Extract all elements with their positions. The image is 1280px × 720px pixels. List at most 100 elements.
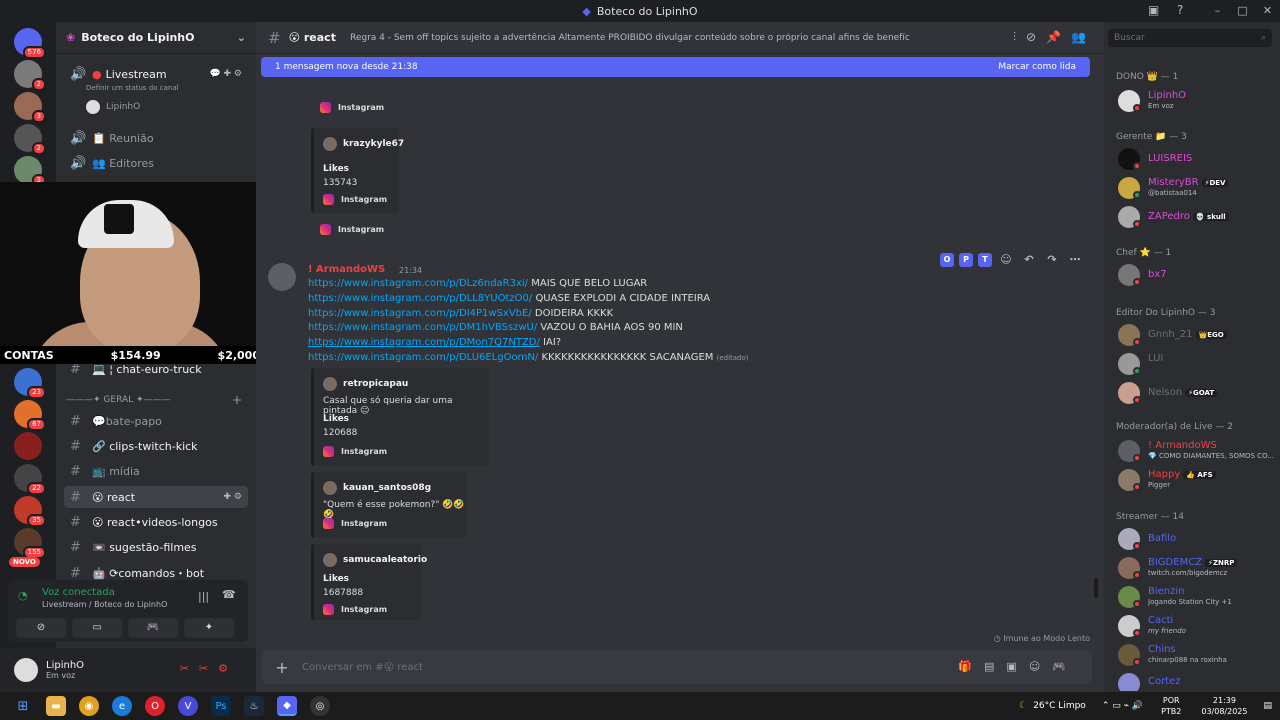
member-item[interactable]: Cortez bbox=[1116, 671, 1276, 691]
instagram-link[interactable]: https://www.instagram.com/p/DMon7Q7NTZD/ bbox=[308, 337, 540, 348]
embed-author[interactable]: krazykyle67 bbox=[323, 137, 404, 151]
member-group-header[interactable]: Editor Do LipinhO — 3 bbox=[1116, 308, 1215, 318]
channel-sugestao[interactable]: # 📼 sugestão-filmes bbox=[64, 536, 248, 558]
photoshop-icon[interactable]: Ps bbox=[211, 696, 231, 716]
server-icon[interactable]: 155 bbox=[14, 528, 46, 559]
camera-off-button[interactable]: ⊘ bbox=[16, 618, 66, 638]
signal-icon[interactable]: ◔ bbox=[18, 589, 28, 602]
mark-read-button[interactable]: Marcar como lida bbox=[998, 62, 1076, 72]
channel-controls[interactable]: 💬 ✚ ⚙ bbox=[209, 69, 242, 79]
server-icon[interactable]: 35 bbox=[14, 496, 46, 527]
start-icon[interactable]: ⊞ bbox=[13, 696, 33, 716]
member-group-header[interactable]: Gerente 📁 — 3 bbox=[1116, 132, 1187, 142]
channel-clips[interactable]: # 🔗 clips-twitch-kick bbox=[64, 435, 248, 457]
edge-icon[interactable]: e bbox=[112, 696, 132, 716]
voice-channel-editores[interactable]: 🔊 👥 Editores bbox=[64, 152, 248, 174]
minimize-button[interactable]: – bbox=[1205, 0, 1230, 22]
member-item[interactable]: LipinhO Em voz bbox=[1116, 88, 1276, 114]
instagram-link[interactable]: https://www.instagram.com/p/DM1hVBSszwU/ bbox=[308, 322, 537, 333]
member-item[interactable]: Chins chinarp088 na roxinha bbox=[1116, 642, 1276, 668]
voice-title[interactable]: Voz conectada bbox=[42, 587, 115, 598]
member-group-header[interactable]: DONO 👑 — 1 bbox=[1116, 72, 1178, 82]
channel-topic[interactable]: Regra 4 - Sem off topics sujeito a adver… bbox=[350, 33, 910, 43]
channel-status[interactable]: Definir um status do canal bbox=[86, 84, 179, 92]
notification-icon[interactable]: ▤ bbox=[1263, 701, 1272, 711]
channel-react[interactable]: # 😮 react ✚ ⚙ bbox=[64, 486, 248, 508]
instagram-embed[interactable]: samucaaleatorio Likes 1687888 Instagram bbox=[311, 544, 427, 620]
member-item[interactable]: Gnnh_21 👑EGO bbox=[1116, 322, 1276, 348]
opera-icon[interactable]: O bbox=[145, 696, 165, 716]
server-icon[interactable]: 23 bbox=[14, 368, 46, 399]
server-icon[interactable]: 22 bbox=[14, 464, 46, 495]
new-messages-bar[interactable]: 1 mensagem nova desde 21:38 Marcar como … bbox=[261, 57, 1090, 77]
disconnect-icon[interactable]: ☎ bbox=[222, 588, 236, 601]
vpn-icon[interactable]: V bbox=[178, 696, 198, 716]
avatar[interactable] bbox=[14, 658, 38, 682]
guild-header[interactable]: ❀ Boteco do LipinhO ⌄ bbox=[56, 22, 256, 54]
add-channel-icon[interactable]: + bbox=[232, 393, 242, 407]
instagram-embed[interactable]: kauan_santos08g "Quem é esse pokemon?" 🤣… bbox=[311, 472, 467, 538]
file-explorer-icon[interactable]: ▬ bbox=[46, 696, 66, 716]
member-item[interactable]: LUISREIS bbox=[1116, 146, 1276, 172]
server-icon[interactable]: 2 bbox=[14, 124, 46, 155]
chrome-icon[interactable]: ◉ bbox=[79, 696, 99, 716]
close-button[interactable]: ✕ bbox=[1255, 0, 1280, 22]
activity-button[interactable]: 🎮 bbox=[128, 618, 178, 638]
steam-icon[interactable]: ♨ bbox=[244, 696, 264, 716]
server-icon[interactable]: 67 bbox=[14, 400, 46, 431]
weather-text[interactable]: 26°C Limpo bbox=[1033, 701, 1086, 711]
scrollbar[interactable] bbox=[1094, 578, 1098, 598]
member-item[interactable]: Bafilo bbox=[1116, 526, 1276, 552]
member-item[interactable]: Nelson ⚡GOAT bbox=[1116, 380, 1276, 406]
inbox-icon[interactable]: ▣ bbox=[1148, 3, 1159, 17]
instagram-embed[interactable]: retropicapau Casal que só queria dar uma… bbox=[311, 368, 489, 466]
screen-share-button[interactable]: ▭ bbox=[72, 618, 122, 638]
embed-author[interactable]: samucaaleatorio bbox=[323, 553, 427, 567]
member-item[interactable]: Cacti my friendo bbox=[1116, 613, 1276, 639]
maximize-button[interactable]: □ bbox=[1230, 0, 1255, 22]
channel-bate-papo[interactable]: # 💬bate-papo bbox=[64, 410, 248, 432]
composer-icons[interactable]: 🎁▤▣☺🎮 bbox=[958, 660, 1078, 673]
voice-channel-reuniao[interactable]: 🔊 📋 Reunião bbox=[64, 127, 248, 149]
member-item[interactable]: Happy 👍 AFS Pigger bbox=[1116, 467, 1276, 493]
instagram-link[interactable]: https://www.instagram.com/p/DLU6ELgOomN/ bbox=[308, 352, 538, 363]
obs-icon[interactable]: ◎ bbox=[310, 696, 330, 716]
member-item[interactable]: LUI bbox=[1116, 351, 1276, 377]
channel-react-videos[interactable]: # 😮 react•videos-longos bbox=[64, 511, 248, 533]
user-controls[interactable]: ✂✂⚙ bbox=[180, 662, 238, 675]
chevron-down-icon[interactable]: ⌄ bbox=[237, 31, 246, 44]
help-icon[interactable]: ? bbox=[1177, 3, 1183, 17]
member-group-header[interactable]: Moderador(a) de Live — 2 bbox=[1116, 422, 1233, 432]
channel-controls[interactable]: ✚ ⚙ bbox=[224, 492, 242, 502]
voice-user[interactable]: LipinhO bbox=[86, 100, 140, 114]
instagram-embed[interactable]: krazykyle67 Likes 135743 Instagram bbox=[311, 128, 404, 213]
reaction-o-button[interactable]: O bbox=[940, 253, 954, 267]
instagram-link[interactable]: https://www.instagram.com/p/DLz6ndaR3xi/ bbox=[308, 278, 528, 289]
avatar[interactable] bbox=[268, 263, 296, 291]
message-input[interactable] bbox=[302, 661, 902, 673]
member-item[interactable]: MisteryBR ⚡DEV @batistaa014 bbox=[1116, 175, 1276, 201]
tray-icons[interactable]: ⌃ ▭ ⌁ 🔊 bbox=[1102, 701, 1143, 711]
add-reaction-icon[interactable]: ☺ bbox=[997, 253, 1015, 267]
forward-icon[interactable]: ↷ bbox=[1043, 253, 1061, 267]
noise-suppression-icon[interactable]: ||| bbox=[198, 590, 209, 603]
member-item[interactable]: Bienzin Jogando Station City +1 bbox=[1116, 584, 1276, 610]
voice-channel-livestream[interactable]: 🔊 ● Livestream 💬 ✚ ⚙ bbox=[64, 63, 248, 85]
member-item[interactable]: ! ArmandoWS 💎 COMO DIAMANTES, SOMOS CO... bbox=[1116, 438, 1276, 464]
member-item[interactable]: bx7 bbox=[1116, 262, 1276, 288]
discord-icon[interactable]: ◆ bbox=[277, 696, 297, 716]
server-icon[interactable]: 3 bbox=[14, 156, 46, 187]
server-icon[interactable]: 3 bbox=[14, 92, 46, 123]
add-attachment-icon[interactable]: + bbox=[262, 658, 302, 677]
message-author[interactable]: ! ArmandoWS bbox=[308, 264, 385, 275]
category-geral[interactable]: ———✦ GERAL ✦——— bbox=[66, 395, 171, 405]
embed-author[interactable]: kauan_santos08g bbox=[323, 481, 431, 495]
instagram-link[interactable]: https://www.instagram.com/p/DI4P1wSxVbE/ bbox=[308, 308, 532, 319]
reaction-t-button[interactable]: T bbox=[978, 253, 992, 267]
embed-author[interactable]: retropicapau bbox=[323, 377, 408, 391]
member-item[interactable]: ZAPedro 💀 skull bbox=[1116, 204, 1276, 230]
channel-midia[interactable]: # 📺 mídia bbox=[64, 460, 248, 482]
member-group-header[interactable]: Streamer — 14 bbox=[1116, 512, 1184, 522]
clock[interactable]: 21:39 03/08/2025 bbox=[1201, 695, 1247, 717]
server-icon[interactable] bbox=[14, 432, 42, 460]
